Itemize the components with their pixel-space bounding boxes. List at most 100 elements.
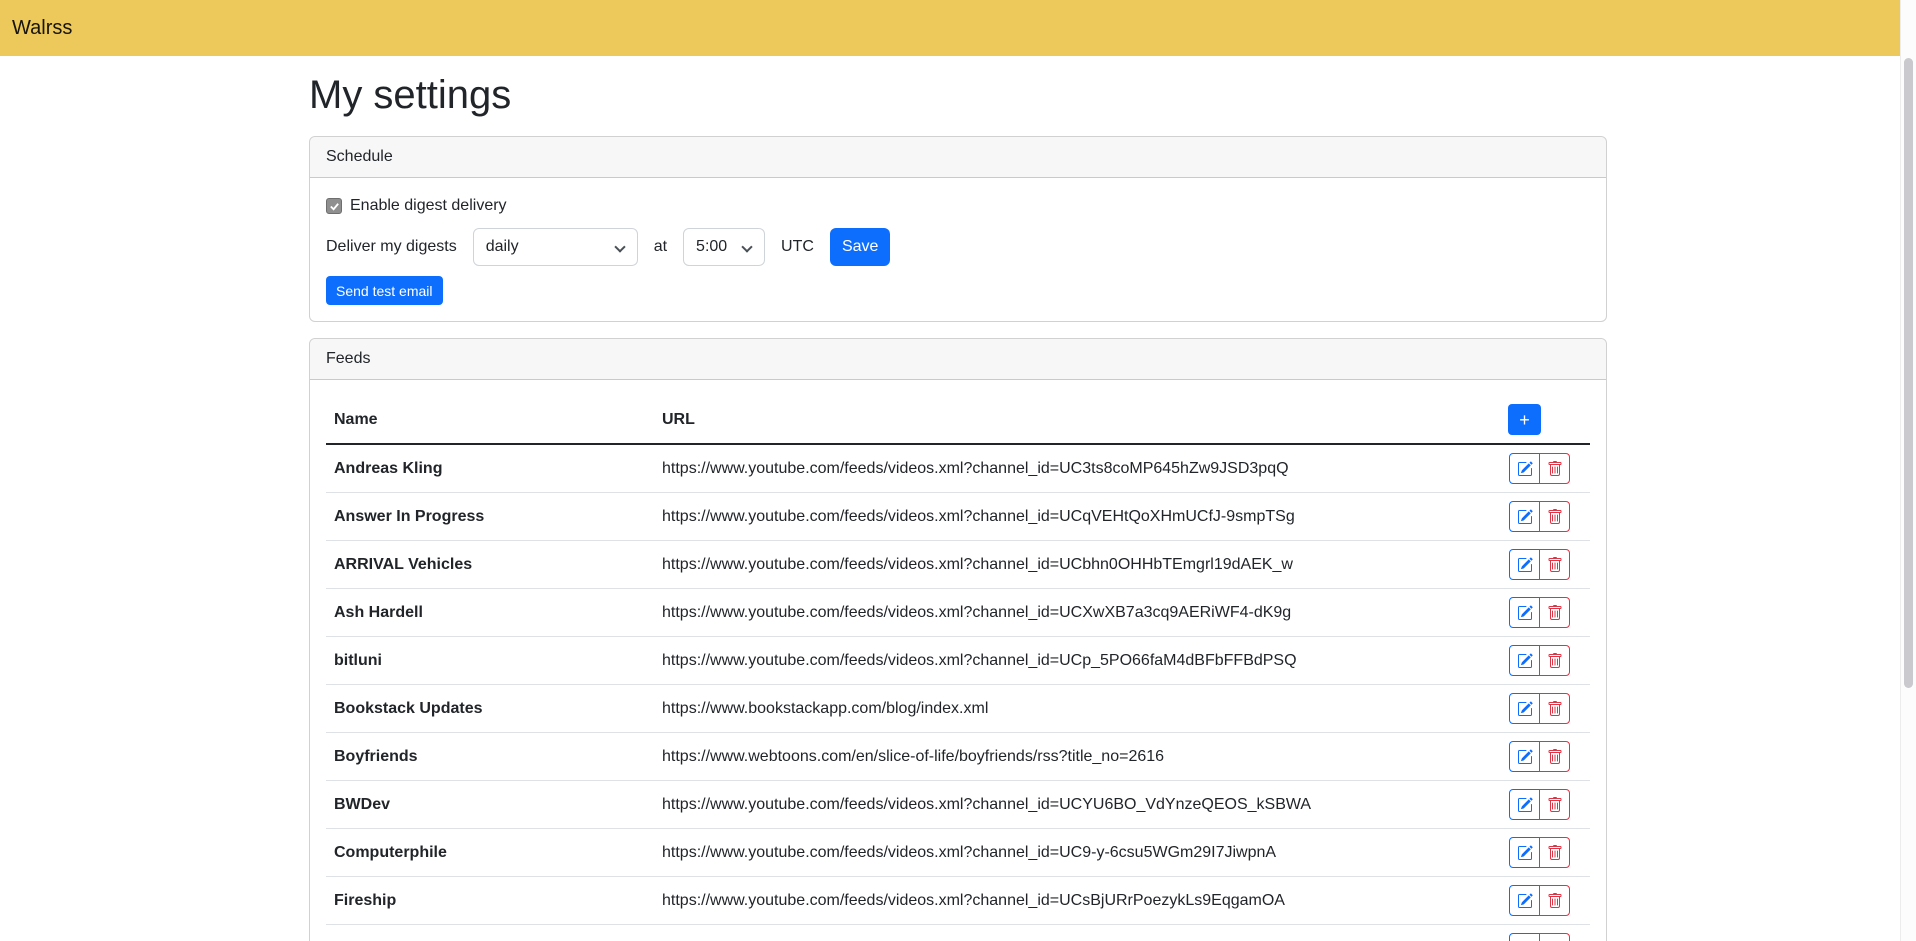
feed-url: https://www.youtube.com/feeds/videos.xml…	[654, 493, 1440, 541]
feed-actions	[1509, 741, 1570, 772]
column-header-name: Name	[326, 396, 654, 444]
pencil-square-icon	[1517, 701, 1533, 717]
feed-actions	[1509, 933, 1570, 941]
table-row: Answer In Progress https://www.youtube.c…	[326, 493, 1590, 541]
deliver-digests-label: Deliver my digests	[326, 238, 457, 256]
time-select[interactable]: 5:00	[683, 228, 765, 266]
feeds-card: Feeds Name URL + Andreas Kling https://w…	[309, 338, 1607, 941]
feed-name: Boyfriends	[326, 733, 654, 781]
delete-feed-button[interactable]	[1539, 693, 1570, 724]
pencil-square-icon	[1517, 653, 1533, 669]
pencil-square-icon	[1517, 845, 1533, 861]
pencil-square-icon	[1517, 461, 1533, 477]
page-title: My settings	[309, 72, 1607, 118]
feed-url: https://www.youtube.com/feeds/videos.xml…	[654, 781, 1440, 829]
enable-digest-label[interactable]: Enable digest delivery	[350, 197, 507, 215]
schedule-card-body: Enable digest delivery Deliver my digest…	[310, 178, 1606, 321]
delete-feed-button[interactable]	[1539, 645, 1570, 676]
time-selected-value: 5:00	[696, 238, 727, 256]
edit-feed-button[interactable]	[1509, 501, 1540, 532]
pencil-square-icon	[1517, 893, 1533, 909]
delete-feed-button[interactable]	[1539, 501, 1570, 532]
timezone-label: UTC	[781, 238, 814, 256]
feed-actions	[1509, 693, 1570, 724]
feed-name: BWDev	[326, 781, 654, 829]
schedule-card-header: Schedule	[310, 137, 1606, 178]
table-row: Fireship https://www.youtube.com/feeds/v…	[326, 877, 1590, 925]
edit-feed-button[interactable]	[1509, 789, 1540, 820]
delete-feed-button[interactable]	[1539, 885, 1570, 916]
frequency-selected-value: daily	[486, 238, 519, 256]
app-brand[interactable]: Walrss	[12, 17, 72, 40]
feed-actions	[1509, 453, 1570, 484]
table-row: Andreas Kling https://www.youtube.com/fe…	[326, 444, 1590, 493]
at-label: at	[654, 238, 667, 256]
delete-feed-button[interactable]	[1539, 453, 1570, 484]
schedule-card: Schedule Enable digest delivery Deliver …	[309, 136, 1607, 322]
feed-url: https://www.bookstackapp.com/blog/index.…	[654, 685, 1440, 733]
frequency-select[interactable]: daily	[473, 228, 638, 266]
send-test-email-button[interactable]: Send test email	[326, 276, 443, 305]
trash-icon	[1547, 605, 1563, 621]
delete-feed-button[interactable]	[1539, 741, 1570, 772]
delete-feed-button[interactable]	[1539, 597, 1570, 628]
delete-feed-button[interactable]	[1539, 837, 1570, 868]
feed-name: Game Theory	[326, 925, 654, 941]
feed-name: ARRIVAL Vehicles	[326, 541, 654, 589]
chevron-down-icon	[741, 241, 752, 252]
column-header-url: URL	[654, 396, 1440, 444]
feed-url: https://www.youtube.com/feeds/videos.xml…	[654, 637, 1440, 685]
table-row: ARRIVAL Vehicles https://www.youtube.com…	[326, 541, 1590, 589]
table-row: bitluni https://www.youtube.com/feeds/vi…	[326, 637, 1590, 685]
edit-feed-button[interactable]	[1509, 837, 1540, 868]
edit-feed-button[interactable]	[1509, 453, 1540, 484]
table-row: Bookstack Updates https://www.bookstacka…	[326, 685, 1590, 733]
feed-url: https://www.webtoons.com/en/slice-of-lif…	[654, 733, 1440, 781]
feeds-card-header: Feeds	[310, 339, 1606, 380]
feed-name: Andreas Kling	[326, 444, 654, 493]
table-row: Boyfriends https://www.webtoons.com/en/s…	[326, 733, 1590, 781]
trash-icon	[1547, 461, 1563, 477]
scrollbar-thumb[interactable]	[1904, 58, 1913, 688]
feed-url: https://www.youtube.com/feeds/videos.xml…	[654, 541, 1440, 589]
edit-feed-button[interactable]	[1509, 693, 1540, 724]
enable-digest-checkbox[interactable]	[326, 198, 342, 214]
edit-feed-button[interactable]	[1509, 645, 1540, 676]
feed-name: Bookstack Updates	[326, 685, 654, 733]
pencil-square-icon	[1517, 509, 1533, 525]
check-icon	[329, 201, 340, 212]
trash-icon	[1547, 893, 1563, 909]
trash-icon	[1547, 701, 1563, 717]
pencil-square-icon	[1517, 797, 1533, 813]
edit-feed-button[interactable]	[1509, 741, 1540, 772]
feed-name: Ash Hardell	[326, 589, 654, 637]
pencil-square-icon	[1517, 557, 1533, 573]
feed-url: https://www.youtube.com/feeds/videos.xml…	[654, 444, 1440, 493]
feed-actions	[1509, 837, 1570, 868]
feed-name: Fireship	[326, 877, 654, 925]
edit-feed-button[interactable]	[1509, 885, 1540, 916]
feed-actions	[1509, 597, 1570, 628]
delete-feed-button[interactable]	[1539, 549, 1570, 580]
delete-feed-button[interactable]	[1539, 933, 1570, 941]
feed-actions	[1509, 789, 1570, 820]
trash-icon	[1547, 509, 1563, 525]
feeds-table: Name URL + Andreas Kling https://www.you…	[326, 396, 1590, 941]
scrollbar[interactable]	[1900, 0, 1916, 941]
feeds-card-body: Name URL + Andreas Kling https://www.you…	[310, 380, 1606, 941]
table-header-row: Name URL +	[326, 396, 1590, 444]
trash-icon	[1547, 653, 1563, 669]
edit-feed-button[interactable]	[1509, 549, 1540, 580]
feed-url: https://www.youtube.com/feeds/videos.xml…	[654, 925, 1440, 941]
feed-url: https://www.youtube.com/feeds/videos.xml…	[654, 877, 1440, 925]
trash-icon	[1547, 797, 1563, 813]
delete-feed-button[interactable]	[1539, 789, 1570, 820]
chevron-down-icon	[614, 241, 625, 252]
feed-url: https://www.youtube.com/feeds/videos.xml…	[654, 589, 1440, 637]
edit-feed-button[interactable]	[1509, 933, 1540, 941]
edit-feed-button[interactable]	[1509, 597, 1540, 628]
table-row: BWDev https://www.youtube.com/feeds/vide…	[326, 781, 1590, 829]
save-button[interactable]: Save	[830, 228, 890, 266]
add-feed-button[interactable]: +	[1508, 404, 1541, 435]
trash-icon	[1547, 749, 1563, 765]
